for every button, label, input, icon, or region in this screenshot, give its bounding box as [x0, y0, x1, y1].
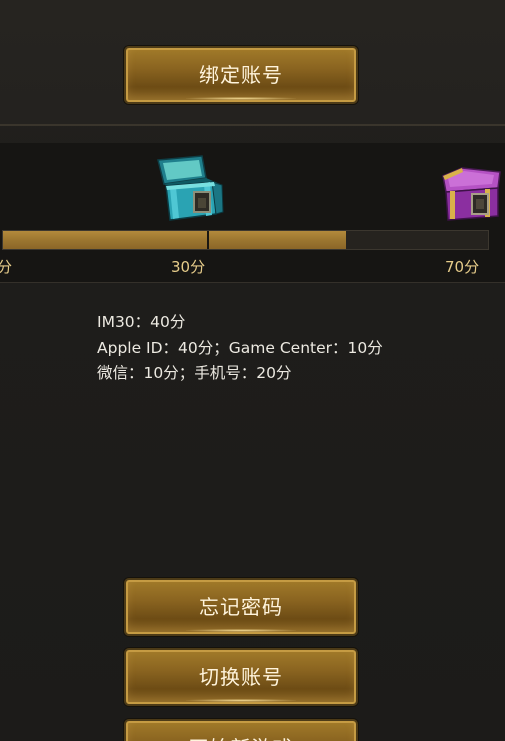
reward-progress-bar: [2, 230, 489, 250]
divider: [0, 124, 505, 126]
divider: [0, 282, 505, 283]
bind-account-button[interactable]: 绑定账号: [124, 46, 358, 104]
reward-progress-panel: [0, 143, 505, 282]
progress-tick-label-30: 30分: [171, 258, 206, 276]
switch-account-button[interactable]: 切换账号: [124, 648, 358, 706]
progress-milestone-marker: [207, 231, 209, 249]
new-game-button[interactable]: 开始新游戏: [124, 719, 358, 741]
points-rules-text: IM30：40分 Apple ID：40分；Game Center：10分 微信…: [97, 310, 383, 387]
account-binding-screen: 绑定账号 分 30分 70分 IM30：40分 Apple ID：40分；Gam…: [0, 0, 505, 741]
rule-line: Apple ID：40分；Game Center：10分: [97, 338, 383, 357]
progress-tick-label-70: 70分: [445, 258, 480, 276]
progress-fill: [3, 231, 347, 249]
purple-chest-icon[interactable]: [440, 166, 502, 224]
teal-chest-open-icon[interactable]: [154, 154, 226, 224]
progress-tick-label-start: 分: [0, 258, 13, 276]
forgot-password-button[interactable]: 忘记密码: [124, 578, 358, 636]
rule-line: IM30：40分: [97, 313, 186, 331]
rule-line: 微信：10分；手机号：20分: [97, 364, 292, 382]
